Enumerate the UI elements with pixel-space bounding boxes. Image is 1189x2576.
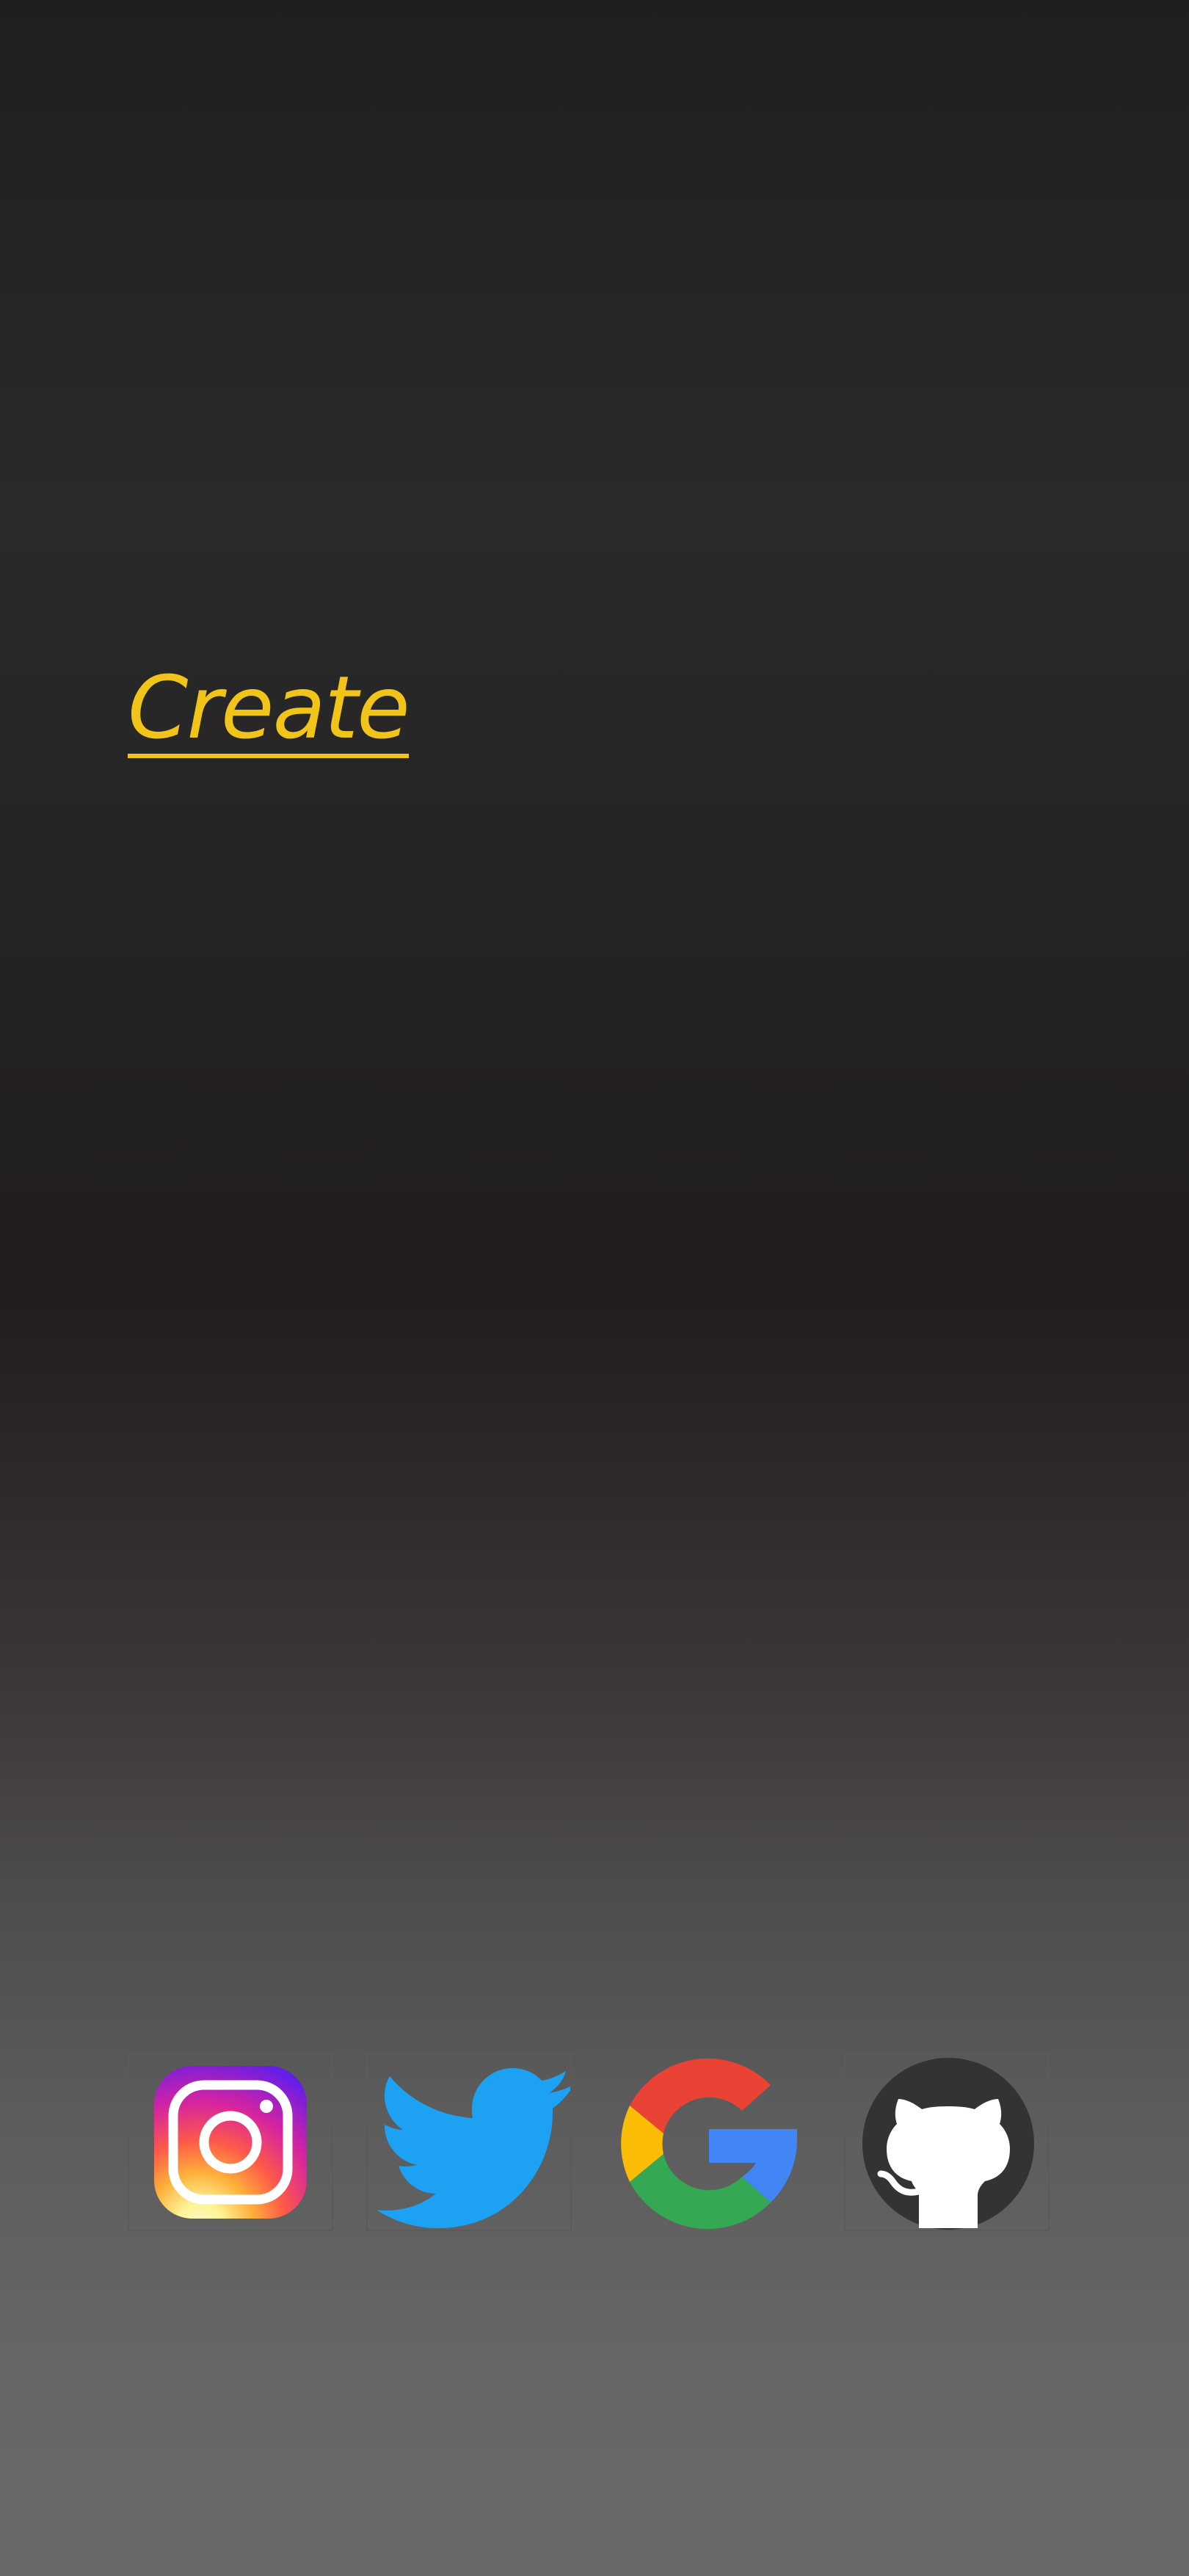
github-button[interactable] — [844, 2053, 1050, 2231]
instagram-icon — [154, 2066, 307, 2219]
github-icon — [862, 2058, 1034, 2230]
twitter-icon — [377, 2068, 570, 2228]
instagram-button[interactable] — [128, 2053, 333, 2231]
google-button[interactable] — [605, 2053, 810, 2231]
google-icon — [621, 2058, 798, 2230]
social-login-row — [128, 2053, 1050, 2233]
create-link[interactable]: Create — [128, 664, 410, 758]
twitter-button[interactable] — [366, 2053, 572, 2231]
